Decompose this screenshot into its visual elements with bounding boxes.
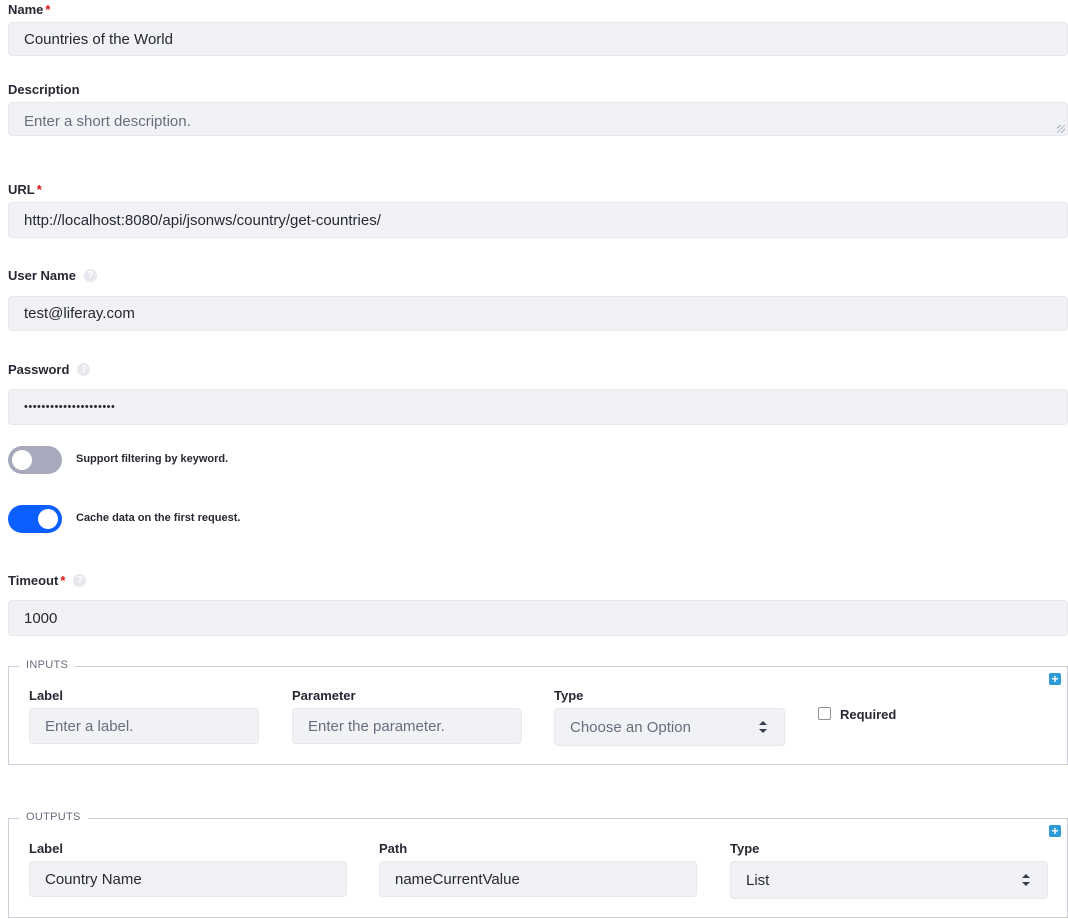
username-label: User Name ? — [8, 266, 97, 284]
inputs-parameter-input[interactable]: Enter the parameter. — [292, 708, 522, 744]
help-icon[interactable]: ? — [73, 573, 87, 587]
filter-by-keyword-label: Support filtering by keyword. — [76, 453, 229, 465]
timeout-label: Timeout * ? — [8, 571, 87, 589]
required-asterisk: * — [45, 1, 51, 17]
inputs-label-input[interactable]: Enter a label. — [29, 708, 259, 744]
inputs-label-header: Label — [29, 688, 63, 703]
inputs-type-header: Type — [554, 688, 584, 703]
help-icon[interactable]: ? — [77, 362, 91, 376]
inputs-parameter-header: Parameter — [292, 688, 356, 703]
required-asterisk: * — [60, 572, 66, 588]
select-arrows-icon — [759, 721, 767, 733]
outputs-path-input[interactable]: nameCurrentValue — [379, 861, 697, 897]
url-input[interactable]: http://localhost:8080/api/jsonws/country… — [8, 202, 1068, 238]
inputs-type-select[interactable]: Choose an Option — [554, 708, 785, 746]
password-label: Password ? — [8, 360, 91, 378]
outputs-label-header: Label — [29, 841, 63, 856]
username-input[interactable]: test@liferay.com — [8, 296, 1068, 331]
timeout-input[interactable]: 1000 — [8, 600, 1068, 636]
outputs-fieldset: OUTPUTS + Label Country Name Path nameCu… — [8, 811, 1068, 918]
outputs-legend: OUTPUTS — [19, 811, 88, 823]
select-arrows-icon — [1022, 874, 1030, 886]
outputs-type-header: Type — [730, 841, 760, 856]
password-input[interactable]: ••••••••••••••••••••• — [8, 389, 1068, 425]
description-label: Description — [8, 81, 80, 97]
cache-data-toggle[interactable] — [8, 505, 62, 533]
add-input-plus-icon[interactable]: + — [1049, 673, 1061, 685]
url-label: URL * — [8, 181, 42, 197]
outputs-path-header: Path — [379, 841, 408, 856]
filter-by-keyword-toggle[interactable] — [8, 446, 62, 474]
outputs-type-select[interactable]: List — [730, 861, 1048, 899]
help-icon[interactable]: ? — [83, 268, 97, 282]
name-label: Name * — [8, 1, 51, 17]
toggle-knob — [12, 450, 32, 470]
name-input[interactable]: Countries of the World — [8, 22, 1068, 56]
required-asterisk: * — [36, 181, 42, 197]
description-placeholder: Enter a short description. — [24, 113, 191, 130]
add-output-plus-icon[interactable]: + — [1049, 825, 1061, 837]
resize-handle-icon[interactable] — [1057, 125, 1065, 133]
cache-data-label: Cache data on the first request. — [76, 512, 241, 524]
toggle-knob — [38, 509, 58, 529]
outputs-label-input[interactable]: Country Name — [29, 861, 347, 897]
inputs-legend: INPUTS — [19, 659, 76, 671]
required-label: Required — [840, 707, 897, 722]
description-textarea[interactable]: Enter a short description. — [8, 102, 1068, 136]
required-checkbox[interactable] — [818, 707, 831, 720]
inputs-fieldset: INPUTS + Label Enter a label. Parameter … — [8, 659, 1068, 765]
